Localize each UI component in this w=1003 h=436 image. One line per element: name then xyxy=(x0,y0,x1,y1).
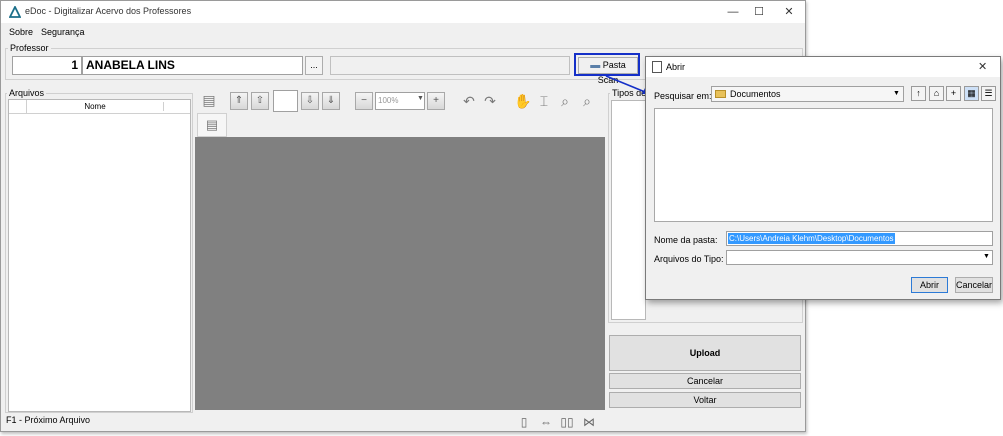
list-view-icon[interactable]: ▦ xyxy=(964,86,979,101)
previous-page-button[interactable]: ⇧ xyxy=(251,92,269,110)
cancelar-button[interactable]: Cancelar xyxy=(609,373,801,389)
zoom-in-button[interactable]: + xyxy=(427,92,445,110)
document-viewer[interactable] xyxy=(195,137,605,410)
menu-sobre[interactable]: Sobre xyxy=(9,27,33,37)
home-icon[interactable]: ⌂ xyxy=(929,86,944,101)
open-dialog: Abrir ✕ Pesquisar em: Documentos ▼ ↑ ⌂ +… xyxy=(645,56,1001,300)
continuous-icon[interactable]: ⋈ xyxy=(579,412,599,432)
details-view-icon[interactable]: ☰ xyxy=(981,86,996,101)
file-list-header: Nome xyxy=(9,100,190,114)
zoom-out-button[interactable]: − xyxy=(355,92,373,110)
file-type-dropdown-icon[interactable]: ▼ xyxy=(983,253,990,260)
folder-contents-list[interactable] xyxy=(654,108,993,222)
column-nome[interactable]: Nome xyxy=(27,102,164,111)
new-folder-icon[interactable]: + xyxy=(946,86,961,101)
close-button[interactable]: ✕ xyxy=(779,4,799,20)
dialog-app-icon xyxy=(652,61,662,73)
up-folder-icon[interactable]: ↑ xyxy=(911,86,926,101)
first-page-button[interactable]: ⇑ xyxy=(230,92,248,110)
arquivos-group-label: Arquivos xyxy=(7,88,47,98)
maximize-button[interactable]: ☐ xyxy=(749,4,769,20)
professor-browse-button[interactable]: ... xyxy=(305,56,323,75)
folder-icon xyxy=(715,90,726,98)
folder-name-input[interactable]: C:\Users\Andreia Klehm\Desktop\Documento… xyxy=(726,231,993,246)
dialog-title-bar: Abrir ✕ xyxy=(646,57,1000,77)
next-page-button[interactable]: ⇩ xyxy=(301,92,319,110)
two-pages-icon[interactable]: ▯▯ xyxy=(557,412,577,432)
select-tool-icon[interactable]: ⌶ xyxy=(534,91,554,111)
viewer-toolbar: ▤ ⇑ ⇧ ⇩ ⇓ − 100% ▼ + ↶ ↷ ✋ ⌶ ⌕ ⌕ xyxy=(197,89,607,113)
folder-name-value: C:\Users\Andreia Klehm\Desktop\Documento… xyxy=(728,233,895,244)
single-page-icon[interactable]: ▯ xyxy=(514,412,534,432)
app-logo-icon xyxy=(9,6,21,18)
professor-group-label: Professor xyxy=(8,43,51,53)
open-button[interactable]: Abrir xyxy=(911,277,948,293)
fit-width-icon[interactable]: ⇔ xyxy=(536,412,556,432)
file-type-select[interactable]: ▼ xyxy=(726,250,993,265)
zoom-tool-icon[interactable]: ⌕ xyxy=(555,91,575,111)
folder-name-label: Nome da pasta: xyxy=(654,235,718,245)
file-list[interactable]: Nome xyxy=(8,99,191,412)
dialog-title: Abrir xyxy=(666,62,686,72)
voltar-button[interactable]: Voltar xyxy=(609,392,801,408)
tipos-list[interactable] xyxy=(611,100,646,320)
last-page-button[interactable]: ⇓ xyxy=(322,92,340,110)
hand-tool-icon[interactable]: ✋ xyxy=(513,91,533,111)
rotate-left-icon[interactable]: ↶ xyxy=(459,91,479,111)
dialog-cancel-button[interactable]: Cancelar xyxy=(955,277,993,293)
minimize-button[interactable]: — xyxy=(723,4,743,20)
document-tab[interactable]: ▤ xyxy=(197,113,227,137)
zoom-dropdown-icon[interactable]: ▼ xyxy=(417,95,424,102)
upload-button[interactable]: Upload xyxy=(609,335,801,371)
column-indicator xyxy=(9,100,27,113)
look-in-select[interactable]: Documentos ▼ xyxy=(711,86,904,102)
professor-info-field xyxy=(330,56,570,75)
look-in-value: Documentos xyxy=(730,89,781,99)
dialog-close-button[interactable]: ✕ xyxy=(978,60,987,73)
status-hint: F1 - Próximo Arquivo xyxy=(6,415,91,425)
menu-seguranca[interactable]: Segurança xyxy=(41,27,85,37)
document-icon: ▤ xyxy=(205,117,219,132)
professor-name-field[interactable]: ANABELA LINS xyxy=(82,56,303,75)
rotate-right-icon[interactable]: ↷ xyxy=(480,91,500,111)
page-number-input[interactable] xyxy=(273,90,298,112)
file-type-label: Arquivos do Tipo: xyxy=(654,254,724,264)
menu-bar: Sobre Segurança xyxy=(1,23,805,41)
zoom-options-icon[interactable]: ⌕ xyxy=(577,91,597,111)
professor-id-field[interactable]: 1 xyxy=(12,56,82,75)
pages-icon[interactable]: ▤ xyxy=(199,90,219,110)
look-in-dropdown-icon[interactable]: ▼ xyxy=(893,90,900,97)
window-title: eDoc - Digitalizar Acervo dos Professore… xyxy=(25,6,192,16)
look-in-label: Pesquisar em: xyxy=(654,91,712,101)
title-bar: eDoc - Digitalizar Acervo dos Professore… xyxy=(1,1,805,23)
